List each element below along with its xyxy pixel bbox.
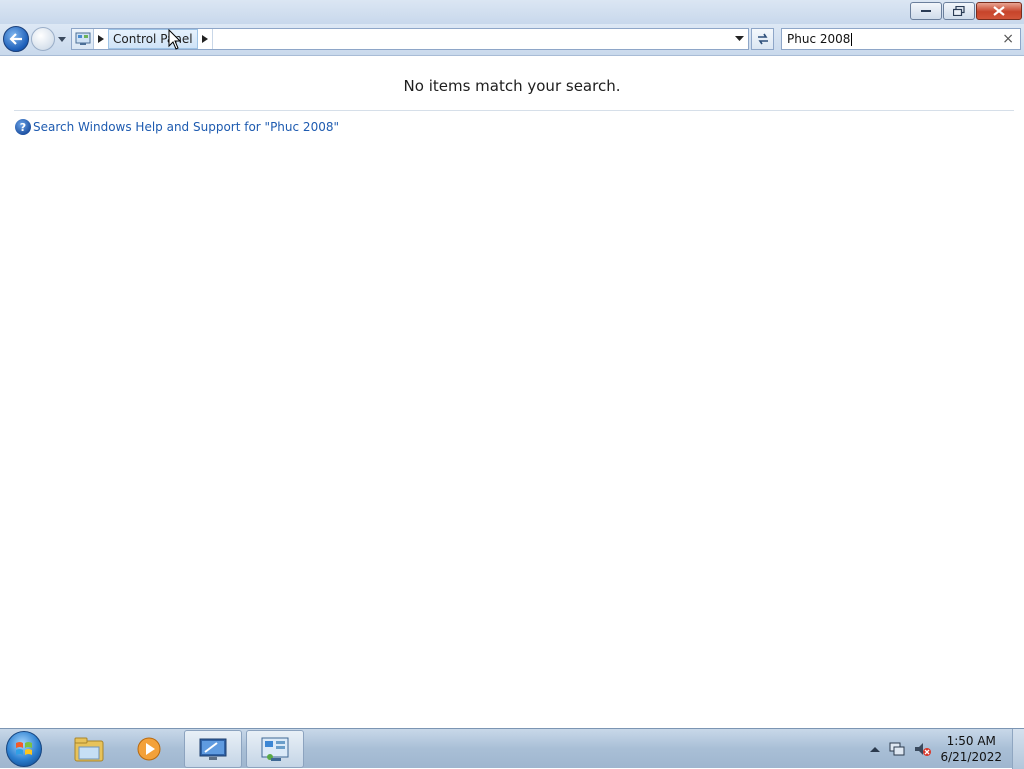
clear-search-icon[interactable]: × (1002, 31, 1014, 47)
help-icon: ? (15, 119, 31, 135)
taskbar-media-player[interactable] (120, 730, 178, 768)
search-box[interactable]: Phuc 2008 × (781, 28, 1021, 50)
windows-explorer-icon (74, 737, 104, 762)
minimize-icon (921, 10, 931, 12)
address-path-area[interactable] (211, 29, 730, 49)
caption-buttons (909, 2, 1022, 20)
control-panel-icon (261, 737, 289, 761)
breadcrumb-separator-icon[interactable] (94, 29, 108, 49)
refresh-icon (757, 33, 768, 45)
restore-button[interactable] (943, 2, 975, 20)
start-button[interactable] (6, 731, 46, 767)
clock-time: 1:50 AM (946, 734, 996, 748)
taskbar-windows-explorer[interactable] (60, 730, 118, 768)
chevron-up-icon (870, 747, 881, 752)
arrow-left-icon (9, 33, 22, 45)
close-button[interactable] (976, 2, 1022, 20)
text-caret (851, 32, 853, 46)
forward-button[interactable] (31, 27, 55, 51)
title-bar (0, 0, 1024, 24)
restore-icon (953, 6, 965, 16)
show-desktop-button[interactable] (1012, 729, 1024, 769)
network-icon (889, 742, 905, 756)
network-tray-button[interactable] (888, 741, 906, 757)
remote-desktop-icon (199, 738, 227, 760)
search-input[interactable]: Phuc 2008 (787, 32, 850, 46)
divider (14, 110, 1014, 111)
close-icon (993, 6, 1005, 16)
help-search-link[interactable]: ? Search Windows Help and Support for "P… (15, 119, 339, 135)
taskbar: 1:50 AM 6/21/2022 (0, 728, 1024, 769)
system-clock[interactable]: 1:50 AM 6/21/2022 (940, 733, 1002, 765)
show-hidden-icons-button[interactable] (870, 745, 881, 753)
help-link-label[interactable]: Search Windows Help and Support for "Phu… (33, 120, 339, 134)
refresh-button[interactable] (751, 28, 774, 50)
breadcrumb-separator-icon[interactable] (198, 29, 212, 49)
notification-area: 1:50 AM 6/21/2022 (870, 729, 1024, 769)
chevron-down-icon (734, 36, 744, 41)
address-dropdown-button[interactable] (730, 29, 748, 49)
search-results-pane: No items match your search. ? Search Win… (0, 57, 1024, 728)
taskbar-control-panel[interactable] (246, 730, 304, 768)
taskbar-remote-desktop[interactable] (184, 730, 242, 768)
minimize-button[interactable] (910, 2, 942, 20)
volume-tray-button[interactable] (914, 741, 932, 757)
back-button[interactable] (3, 26, 29, 52)
start-orb-icon (6, 731, 42, 767)
navigation-bar: Control Panel Phuc 2008 × (0, 24, 1024, 56)
volume-muted-icon (915, 743, 932, 756)
recent-pages-dropdown-icon[interactable] (57, 34, 67, 44)
breadcrumb-control-panel[interactable]: Control Panel (108, 29, 198, 49)
no-results-message: No items match your search. (403, 77, 621, 95)
control-panel-small-icon (72, 29, 94, 49)
mouse-cursor-icon (168, 29, 182, 50)
clock-date: 6/21/2022 (940, 750, 1002, 764)
media-player-icon (137, 737, 161, 761)
